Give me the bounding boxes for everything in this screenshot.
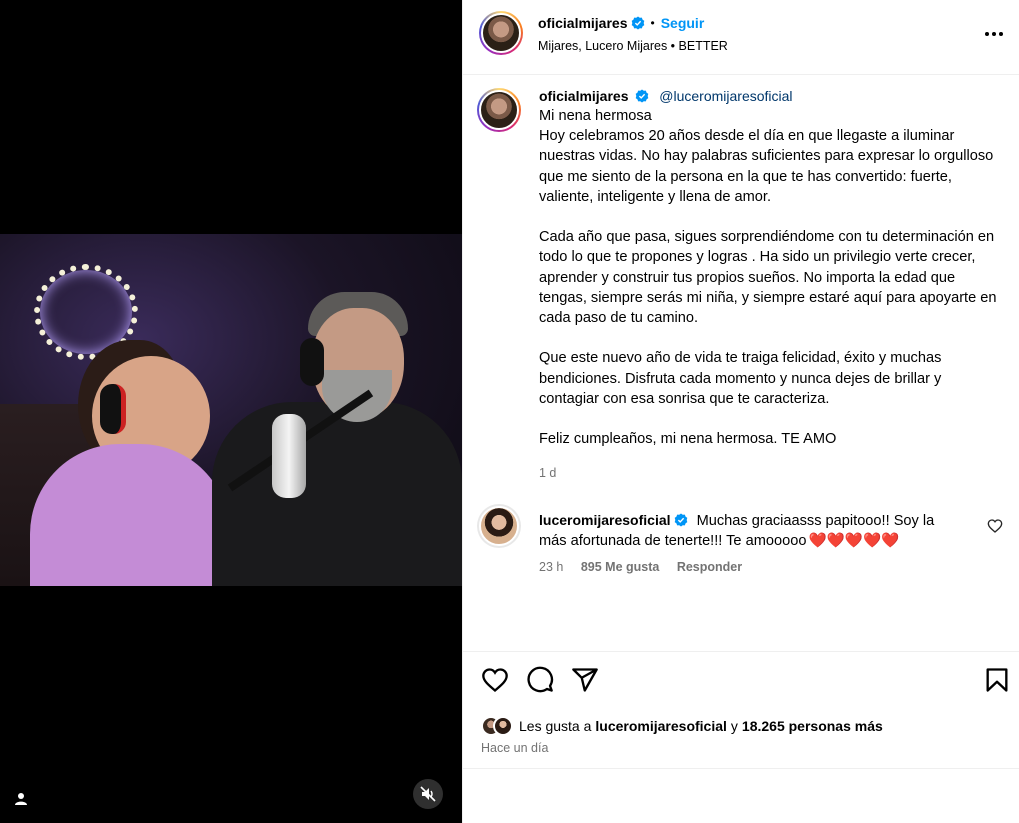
avatar-image: [479, 506, 519, 546]
likes-connector: y: [730, 718, 738, 734]
verified-icon: [636, 89, 649, 103]
commenter-avatar[interactable]: [477, 504, 521, 548]
caption-mention[interactable]: @luceromijaresoficial: [659, 88, 792, 104]
liker-avatar: [493, 716, 513, 736]
comment-body: luceromijaresoficial Muchas graciaasss p…: [539, 510, 959, 551]
author-avatar[interactable]: [479, 11, 523, 55]
caption-time[interactable]: 1 d: [539, 466, 556, 480]
microphone: [272, 414, 306, 498]
caption-author-avatar[interactable]: [477, 88, 521, 132]
more-icon: [985, 32, 1003, 36]
reply-button[interactable]: Responder: [677, 560, 742, 574]
likes-summary: Les gusta a luceromijaresoficial y 18.26…: [481, 714, 883, 738]
likes-count[interactable]: 18.265 personas más: [742, 718, 883, 734]
post-timestamp[interactable]: Hace un día: [481, 741, 548, 755]
mute-button[interactable]: [413, 779, 443, 809]
author-username[interactable]: oficialmijares: [538, 15, 628, 31]
likes-prefix: Les gusta a: [519, 718, 592, 734]
comment-likes-count[interactable]: 895 Me gusta: [581, 560, 660, 574]
headphones: [100, 384, 126, 434]
separator-dot: •: [650, 16, 655, 30]
avatar-image: [479, 90, 519, 130]
comments-section[interactable]: oficialmijares @luceromijaresoficial Mi …: [463, 76, 1019, 651]
headphones-2: [300, 338, 324, 386]
bookmark-icon[interactable]: [983, 666, 1011, 694]
comment-heart-icon[interactable]: [987, 518, 1003, 534]
video-player[interactable]: [0, 234, 462, 586]
singer-body: [30, 444, 230, 586]
caption-header: oficialmijares @luceromijaresoficial: [539, 88, 793, 104]
media-pane: [0, 0, 462, 823]
share-icon[interactable]: [571, 666, 599, 694]
avatar-image: [481, 13, 521, 53]
comment-time[interactable]: 23 h: [539, 560, 563, 574]
header-title-row: oficialmijares • Seguir: [538, 15, 704, 31]
post-header: oficialmijares • Seguir Mijares, Lucero …: [463, 0, 1019, 75]
verified-icon: [674, 513, 687, 527]
caption-text: Mi nena hermosa Hoy celebramos 20 años d…: [539, 108, 997, 448]
post-details-pane: oficialmijares • Seguir Mijares, Lucero …: [462, 0, 1019, 823]
mute-icon: [420, 786, 436, 802]
user-tag-icon: [15, 793, 27, 805]
heart-emojis: ❤️❤️❤️❤️❤️: [808, 533, 900, 550]
verified-icon: [631, 16, 644, 30]
post-actions: Les gusta a luceromijaresoficial y 18.26…: [463, 651, 1019, 769]
heart-icon[interactable]: [481, 666, 509, 694]
singer-2-body: [212, 402, 462, 586]
more-options-button[interactable]: [982, 22, 1006, 46]
tagged-users-button[interactable]: [10, 788, 32, 810]
caption-author[interactable]: oficialmijares: [539, 88, 629, 104]
liker-username[interactable]: luceromijaresoficial: [595, 718, 727, 734]
commenter-username[interactable]: luceromijaresoficial: [539, 512, 671, 528]
comment-meta: 23 h 895 Me gusta Responder: [539, 560, 756, 574]
follow-button[interactable]: Seguir: [661, 15, 705, 31]
comment-icon[interactable]: [526, 666, 554, 694]
audio-attribution[interactable]: Mijares, Lucero Mijares • BETTER: [538, 39, 728, 53]
